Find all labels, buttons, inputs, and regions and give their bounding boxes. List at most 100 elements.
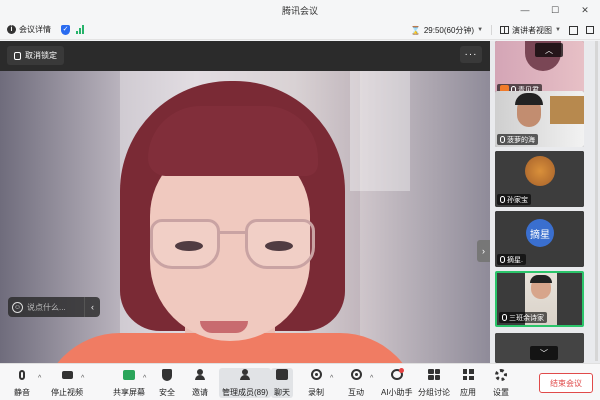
- chevron-up-icon[interactable]: ^: [370, 375, 373, 382]
- pin-icon: [14, 51, 21, 60]
- interact-button[interactable]: 互动: [348, 368, 364, 398]
- breakout-label: 分组讨论: [418, 388, 450, 397]
- participant-name: 三班余诗家: [509, 314, 544, 322]
- maximize-icon[interactable]: ☐: [540, 0, 570, 20]
- speaker-video: [0, 71, 490, 363]
- title-bar: 腾讯会议 — ☐ ✕: [0, 0, 600, 20]
- apps-button[interactable]: 应用: [460, 368, 476, 398]
- mute-button[interactable]: 静音: [14, 368, 30, 398]
- mute-label: 静音: [14, 388, 30, 397]
- mic-icon: [500, 256, 505, 263]
- participant-panel: ︿ 青见君 菠萝的海 孙家宝 摘星 摘星. 三班余诗家 ﹀: [490, 41, 600, 363]
- hourglass-icon: ⌛: [410, 25, 421, 35]
- bottom-toolbar: 静音 ^ 停止视频 ^ 共享屏幕 ^ 安全 邀请 管理成员(89) 聊天 录制 …: [0, 363, 600, 400]
- security-button[interactable]: 安全: [159, 368, 175, 398]
- chevron-up-icon[interactable]: ^: [143, 375, 146, 382]
- view-selector[interactable]: 演讲者视图 ▼: [500, 25, 561, 36]
- pip-icon[interactable]: [586, 26, 594, 34]
- more-options-button[interactable]: ···: [460, 46, 482, 63]
- meeting-window: 腾讯会议 — ☐ ✕ i 会议详情 ✓ ⌛ 29:50(60分钟) ▼ 演讲者视…: [0, 0, 600, 400]
- divider: [491, 25, 493, 35]
- ai-assistant-icon: [390, 368, 404, 381]
- participant-nameplate: 摘星.: [497, 254, 526, 265]
- record-label: 录制: [308, 388, 324, 397]
- camera-icon: [61, 368, 73, 381]
- interact-label: 互动: [348, 388, 364, 397]
- ai-assistant-label: AI小助手: [381, 388, 413, 397]
- scroll-up-button[interactable]: ︿: [535, 43, 563, 57]
- fullscreen-icon[interactable]: [569, 25, 578, 35]
- record-button[interactable]: 录制: [308, 368, 324, 398]
- meeting-info-button[interactable]: i 会议详情: [0, 24, 51, 35]
- chevron-up-icon[interactable]: ^: [81, 375, 84, 382]
- stop-video-button[interactable]: 停止视频: [51, 368, 83, 398]
- participant-tile-active[interactable]: 三班余诗家: [495, 271, 584, 327]
- shield-icon: ✓: [61, 24, 70, 35]
- stage-top-strip: [0, 41, 490, 71]
- signal-icon: [76, 25, 84, 34]
- breakout-rooms-button[interactable]: 分组讨论: [418, 368, 450, 398]
- window-controls: — ☐ ✕: [510, 0, 600, 20]
- info-right-group: ⌛ 29:50(60分钟) ▼ 演讲者视图 ▼: [411, 20, 600, 40]
- participant-tile[interactable]: ︿ 青见君: [495, 41, 584, 97]
- end-meeting-button[interactable]: 结束会议: [539, 373, 593, 393]
- settings-button[interactable]: 设置: [493, 368, 509, 398]
- participant-tile[interactable]: 菠萝的海: [495, 91, 584, 147]
- gear-icon: [495, 368, 507, 381]
- main-video-stage: 取消锁定 ··· ☺ 说点什么... ‹ ›: [0, 41, 490, 363]
- participant-name: 摘星.: [507, 256, 523, 264]
- chat-placeholder: 说点什么...: [27, 302, 66, 312]
- window-title: 腾讯会议: [281, 5, 318, 16]
- interact-icon: [350, 368, 362, 381]
- share-screen-button[interactable]: 共享屏幕: [113, 368, 145, 398]
- apps-icon: [462, 368, 474, 381]
- apps-label: 应用: [460, 388, 476, 397]
- ai-assistant-button[interactable]: AI小助手: [381, 368, 413, 398]
- participant-tile[interactable]: 孙家宝: [495, 151, 584, 207]
- manage-members-label: 管理成员(89): [222, 388, 269, 397]
- settings-label: 设置: [493, 388, 509, 397]
- share-screen-label: 共享屏幕: [113, 388, 145, 397]
- add-user-icon: [194, 368, 206, 381]
- close-icon[interactable]: ✕: [570, 0, 600, 20]
- info-icon: i: [7, 25, 16, 34]
- share-screen-icon: [123, 368, 135, 381]
- mic-icon: [500, 136, 505, 143]
- chat-button[interactable]: 聊天: [271, 368, 293, 398]
- participant-tile[interactable]: 摘星 摘星.: [495, 211, 584, 267]
- participant-nameplate: 孙家宝: [497, 194, 531, 205]
- chevron-down-icon: ▼: [555, 27, 561, 33]
- minimize-icon[interactable]: —: [510, 0, 540, 20]
- participant-name: 菠萝的海: [507, 136, 535, 144]
- mic-icon: [502, 314, 507, 321]
- security-indicator[interactable]: ✓: [51, 24, 70, 35]
- timer-text: 29:50(60分钟): [423, 25, 475, 35]
- network-indicator[interactable]: [70, 25, 84, 34]
- avatar: 摘星: [526, 219, 554, 247]
- chevron-up-icon[interactable]: ^: [38, 375, 41, 382]
- chevron-left-icon[interactable]: ‹: [84, 297, 100, 317]
- collapse-panel-button[interactable]: ›: [477, 240, 490, 262]
- chevron-up-icon[interactable]: ^: [330, 375, 333, 382]
- emoji-icon[interactable]: ☺: [12, 301, 23, 313]
- panel-scrollbar[interactable]: [595, 41, 598, 361]
- invite-button[interactable]: 邀请: [192, 368, 208, 398]
- record-icon: [310, 368, 322, 381]
- chat-label: 聊天: [274, 388, 290, 397]
- unlock-pin-button[interactable]: 取消锁定: [7, 46, 64, 65]
- view-label: 演讲者视图: [512, 25, 553, 35]
- unlock-label: 取消锁定: [25, 51, 57, 60]
- quick-chat-input[interactable]: ☺ 说点什么... ‹: [8, 297, 100, 317]
- chevron-down-icon: ▼: [477, 27, 484, 33]
- participant-nameplate: 三班余诗家: [499, 312, 547, 323]
- microphone-icon: [16, 368, 28, 381]
- participant-name: 孙家宝: [507, 196, 528, 204]
- info-bar: i 会议详情 ✓ ⌛ 29:50(60分钟) ▼ 演讲者视图 ▼: [0, 20, 600, 40]
- members-icon: [239, 368, 251, 381]
- shield-icon: [161, 368, 173, 381]
- invite-label: 邀请: [192, 388, 208, 397]
- scroll-down-button[interactable]: ﹀: [530, 346, 558, 360]
- meeting-info-label: 会议详情: [19, 25, 51, 34]
- meeting-timer[interactable]: ⌛ 29:50(60分钟) ▼: [411, 25, 483, 36]
- manage-members-button[interactable]: 管理成员(89): [219, 368, 272, 398]
